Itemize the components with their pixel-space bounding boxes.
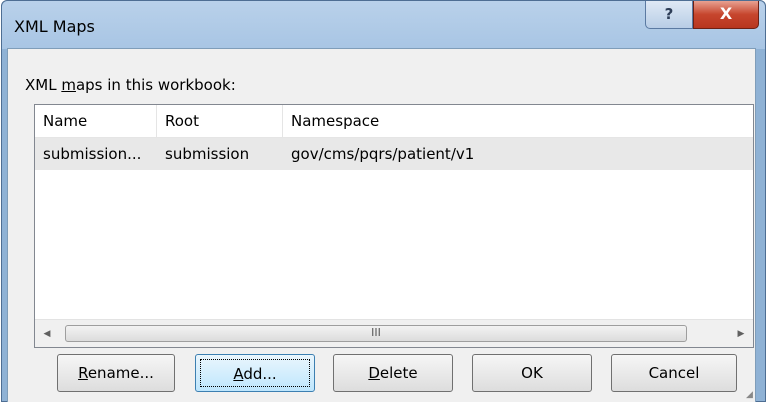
xml-maps-label: XML maps in this workbook: — [25, 76, 236, 94]
cell-name: submission... — [43, 145, 142, 163]
table-row[interactable]: submission... submission gov/cms/pqrs/pa… — [35, 138, 753, 170]
column-header-name[interactable]: Name — [35, 105, 157, 137]
close-button[interactable]: X — [693, 1, 759, 29]
column-header-namespace[interactable]: Namespace — [283, 105, 753, 137]
close-icon: X — [719, 4, 733, 23]
dialog-title: XML Maps — [14, 17, 95, 36]
cell-root: submission — [165, 145, 250, 163]
grip-icon: III — [371, 326, 381, 339]
horizontal-scrollbar[interactable]: ◀ III ▶ — [35, 319, 753, 347]
list-header: Name Root Namespace — [35, 105, 753, 138]
ok-button[interactable]: OK — [472, 354, 592, 392]
scroll-right-icon[interactable]: ▶ — [729, 320, 753, 347]
scroll-thumb[interactable]: III — [65, 325, 687, 342]
cell-namespace: gov/cms/pqrs/patient/v1 — [291, 145, 475, 163]
help-icon: ? — [664, 5, 674, 23]
xml-maps-list[interactable]: Name Root Namespace submission... submis… — [34, 104, 754, 348]
add-button[interactable]: Add... — [195, 354, 315, 392]
cancel-button[interactable]: Cancel — [611, 354, 737, 392]
column-header-root[interactable]: Root — [157, 105, 283, 137]
resize-grip-icon[interactable]: ◢ — [746, 390, 758, 402]
delete-button[interactable]: Delete — [333, 354, 453, 392]
rename-button[interactable]: Rename... — [57, 354, 175, 392]
title-bar[interactable]: XML Maps ? X — [2, 1, 765, 49]
help-button[interactable]: ? — [645, 1, 693, 29]
scroll-left-icon[interactable]: ◀ — [35, 320, 59, 347]
